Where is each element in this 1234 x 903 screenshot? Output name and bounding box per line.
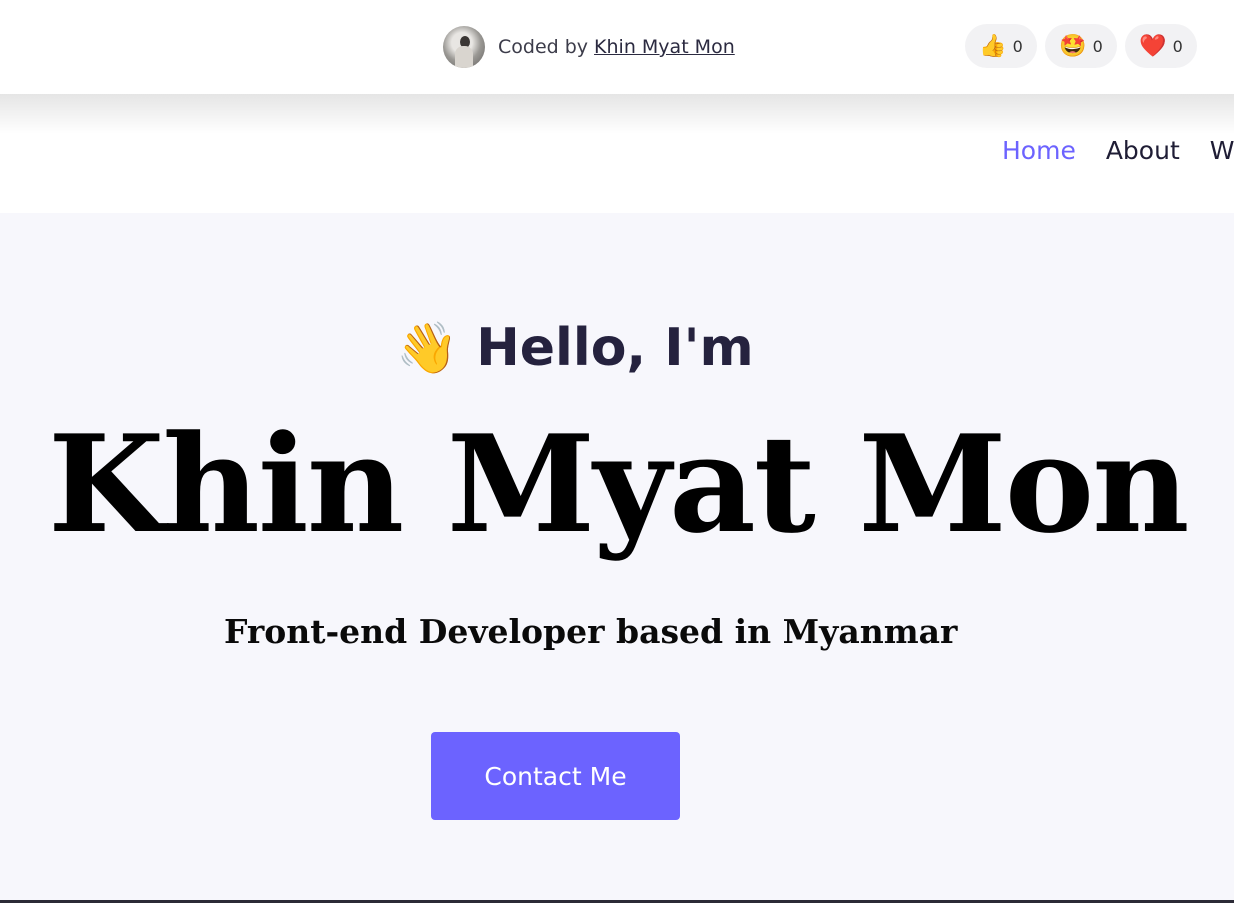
reaction-star-struck-button[interactable]: 🤩 0	[1045, 24, 1117, 68]
reactions: 👍 0 🤩 0 ❤️ 0	[965, 24, 1197, 68]
hero-subtitle: Front-end Developer based in Myanmar	[224, 612, 958, 651]
reaction-heart-button[interactable]: ❤️ 0	[1125, 24, 1197, 68]
credit-author-link[interactable]: Khin Myat Mon	[594, 36, 735, 58]
avatar	[443, 26, 485, 68]
reaction-count: 0	[1092, 36, 1103, 56]
nav-item-home[interactable]: Home	[1002, 136, 1076, 165]
reaction-thumbs-up-button[interactable]: 👍 0	[965, 24, 1037, 68]
nav-item-work[interactable]: Wo	[1210, 136, 1234, 165]
greeting-text: Hello, I'm	[476, 318, 754, 378]
greeting: 👋 Hello, I'm	[396, 318, 754, 378]
waving-hand-icon: 👋	[396, 320, 459, 376]
main-nav: Home About Wo	[1002, 136, 1234, 165]
nav-clip: Home About Wo	[0, 94, 1234, 213]
contact-me-button[interactable]: Contact Me	[431, 732, 680, 820]
credit: Coded by Khin Myat Mon	[443, 26, 735, 68]
hero-name: Khin Myat Mon	[48, 405, 1190, 563]
nav-item-about[interactable]: About	[1106, 136, 1180, 165]
credit-prefix: Coded by	[498, 36, 589, 58]
reaction-count: 0	[1012, 36, 1023, 56]
star-struck-icon: 🤩	[1059, 33, 1087, 58]
thumbs-up-icon: 👍	[979, 33, 1007, 58]
attribution-bar: Coded by Khin Myat Mon 👍 0 🤩 0 ❤️ 0	[0, 0, 1234, 94]
heart-icon: ❤️	[1139, 33, 1167, 58]
reaction-count: 0	[1172, 36, 1183, 56]
